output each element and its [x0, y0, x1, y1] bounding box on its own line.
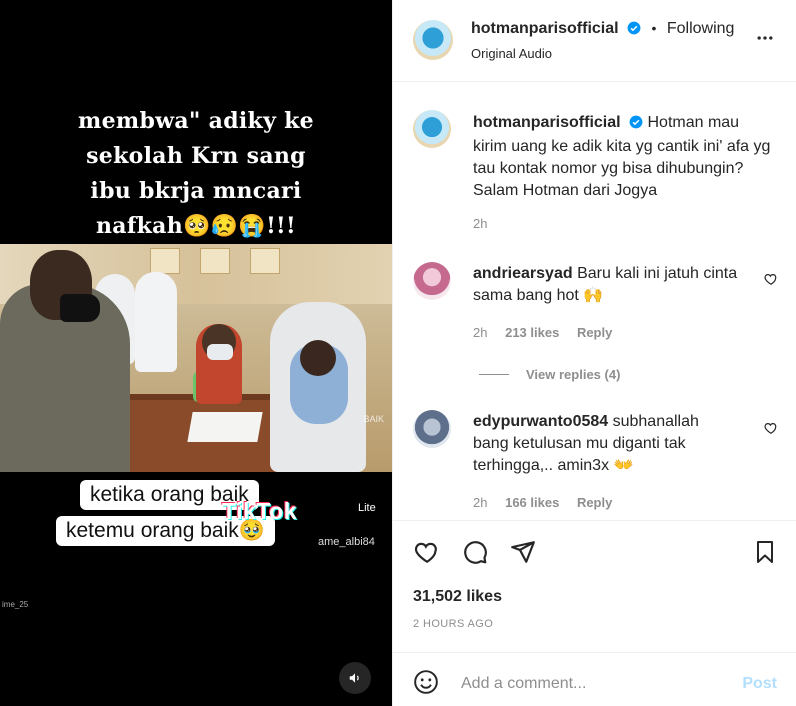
like-comment-heart-icon[interactable]	[764, 421, 778, 440]
view-replies-button[interactable]: View replies (4)	[526, 367, 620, 382]
author-avatar[interactable]	[413, 20, 453, 60]
post-comment-button[interactable]: Post	[742, 675, 777, 693]
more-options-icon[interactable]	[755, 28, 775, 53]
caption-author-avatar[interactable]	[413, 110, 451, 148]
comment-text: sama bang hot 🙌	[473, 287, 604, 304]
emoji-smiley-icon[interactable]	[413, 669, 439, 700]
speaker-icon	[349, 673, 359, 683]
video-caption-line: sekolah Krn sang	[86, 143, 306, 169]
reply-button[interactable]: Reply	[577, 495, 612, 510]
tiktok-lite-label: Lite	[358, 502, 376, 514]
like-comment-heart-icon[interactable]	[764, 272, 778, 291]
save-bookmark-icon[interactable]	[753, 539, 777, 570]
video-caption-line: membwa" adiky ke	[78, 108, 314, 134]
post-panel: hotmanparisofficial • Following Original…	[392, 0, 796, 706]
comment-item: edypurwanto0584 subhanallah bang ketulus…	[473, 411, 763, 477]
verified-badge-icon	[627, 21, 641, 40]
comment-likes[interactable]: 166 likes	[505, 495, 559, 510]
video-caption-line: ibu bkrja mncari	[90, 178, 302, 204]
author-username[interactable]: hotmanparisofficial	[471, 20, 619, 37]
comment-bubble-icon[interactable]	[461, 539, 489, 570]
add-comment-bar: Add a comment... Post	[393, 652, 796, 706]
post-timestamp: 2 HOURS AGO	[413, 618, 494, 630]
baby-head	[300, 340, 336, 376]
comment-username[interactable]: andriearsyad	[473, 265, 573, 282]
following-button[interactable]: Following	[667, 20, 735, 37]
author-row: hotmanparisofficial • Following	[471, 20, 734, 40]
video-caption-line: nafkah🥺😥😭!!!	[96, 213, 296, 239]
wall-poster	[150, 248, 180, 274]
corner-username: ime_25	[2, 600, 29, 609]
tiktok-watermark: TikTok	[222, 498, 297, 524]
video-scene: BAIK	[0, 244, 392, 472]
comment-username[interactable]: edypurwanto0584	[473, 413, 608, 430]
comment-text: terhingga,.. amin3x 👐	[473, 457, 634, 474]
comment-likes[interactable]: 213 likes	[505, 325, 559, 340]
wall-poster	[250, 248, 280, 274]
caption-time: 2h	[473, 216, 488, 231]
like-heart-icon[interactable]	[413, 539, 441, 570]
caption-block: hotmanparisofficial Hotman mau kirim uan…	[473, 112, 773, 202]
scene-watermark: BAIK	[363, 414, 384, 424]
wall-poster	[200, 248, 230, 274]
replies-divider	[479, 374, 509, 375]
share-paper-plane-icon[interactable]	[509, 539, 537, 570]
original-audio-link[interactable]: Original Audio	[471, 46, 552, 61]
tiktok-username: ame_albi84	[318, 536, 375, 548]
boy-mask	[207, 344, 233, 360]
comment-time: 2h	[473, 325, 488, 340]
reel-video[interactable]: membwa" adiky ke sekolah Krn sang ibu bk…	[0, 0, 392, 706]
comment-text: bang ketulusan mu diganti tak	[473, 435, 686, 452]
comment-avatar[interactable]	[413, 410, 451, 448]
comment-item: andriearsyad Baru kali ini jatuh cinta s…	[473, 263, 753, 307]
child-in-hijab	[135, 272, 177, 372]
caption-username[interactable]: hotmanparisofficial	[473, 114, 621, 131]
comment-text: subhanallah	[612, 413, 699, 430]
reply-button[interactable]: Reply	[577, 325, 612, 340]
add-comment-input[interactable]: Add a comment...	[461, 675, 586, 693]
comment-avatar[interactable]	[413, 262, 451, 300]
verified-badge-icon	[629, 114, 643, 136]
comment-meta: 2h 213 likes Reply	[473, 325, 612, 340]
sound-toggle-button[interactable]	[339, 662, 371, 694]
separator-dot: •	[651, 20, 657, 36]
post-header: hotmanparisofficial • Following Original…	[393, 0, 796, 82]
paper-sheet	[187, 412, 263, 442]
post-likes-count[interactable]: 31,502 likes	[413, 588, 502, 606]
comment-text: Baru kali ini jatuh cinta	[577, 265, 738, 282]
comment-meta: 2h 166 likes Reply	[473, 495, 612, 510]
video-caption-top: membwa" adiky ke sekolah Krn sang ibu bk…	[0, 104, 392, 244]
comment-time: 2h	[473, 495, 488, 510]
officer-mask	[60, 294, 100, 322]
